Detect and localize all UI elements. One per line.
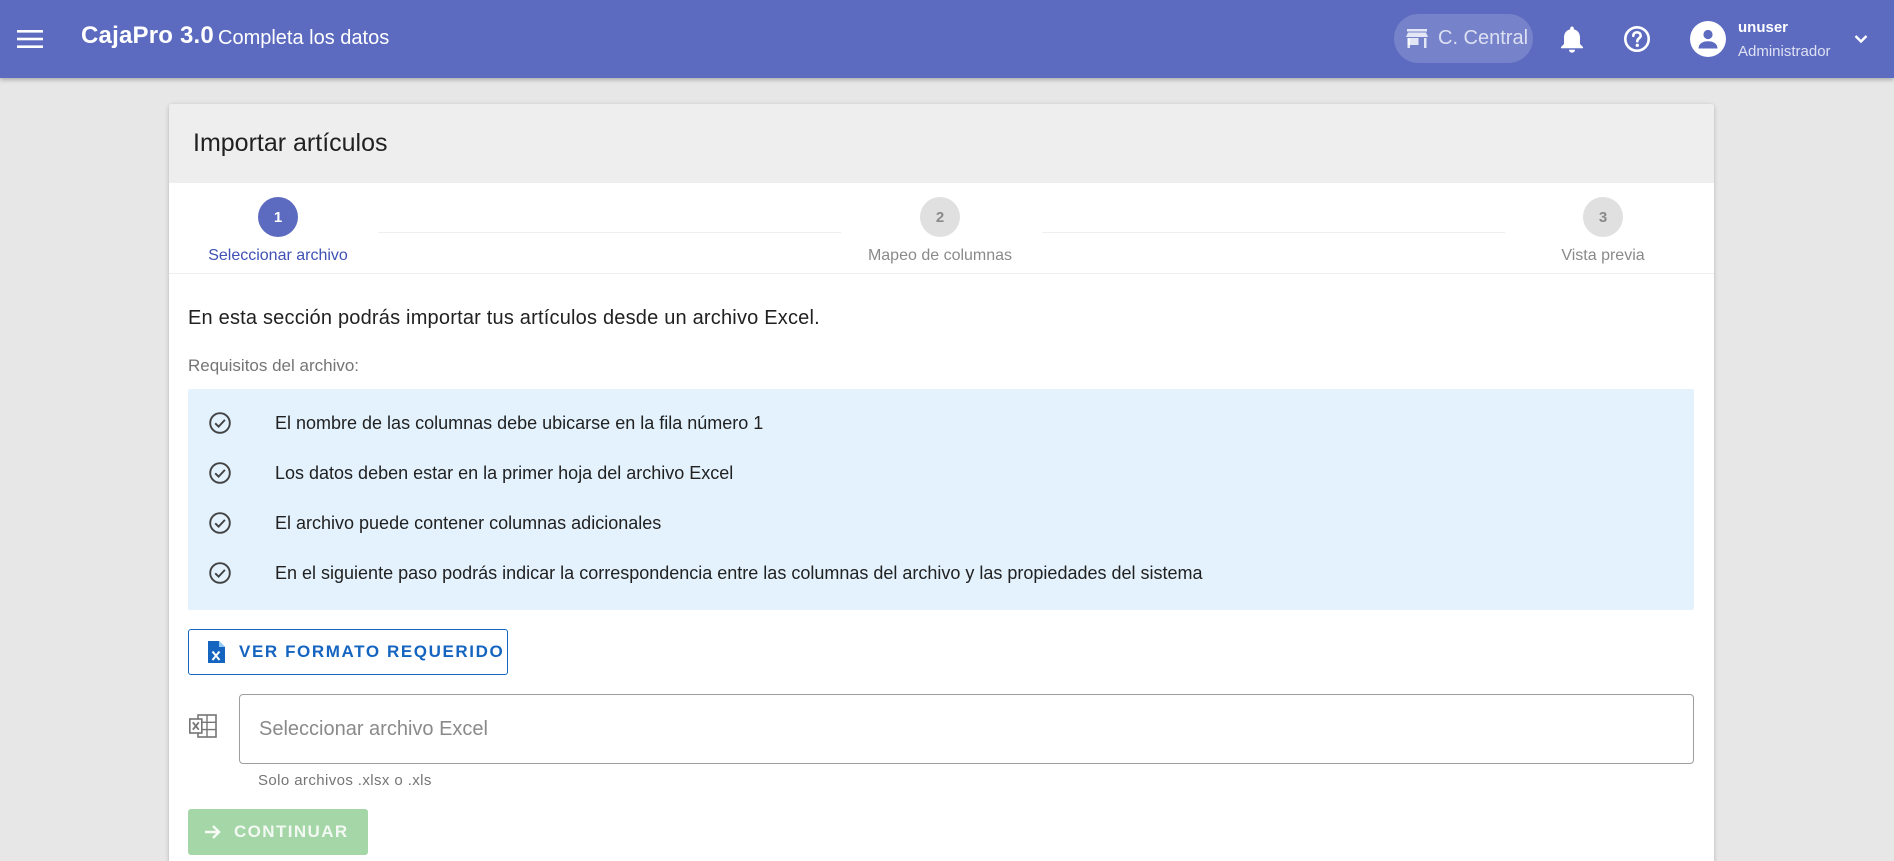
intro-text: En esta sección podrás importar tus artí… — [188, 307, 820, 329]
step-label: Seleccionar archivo — [208, 247, 348, 264]
step-number: 3 — [1583, 197, 1623, 237]
menu-icon — [17, 30, 43, 48]
file-excel-icon — [208, 641, 225, 663]
step-2[interactable]: 2 Mapeo de columnas — [867, 197, 1013, 265]
list-item: En el siguiente paso podrás indicar la c… — [208, 558, 1203, 588]
requirements-list: El nombre de las columnas debe ubicarse … — [188, 389, 1694, 610]
excel-file-input[interactable] — [259, 717, 1693, 741]
requirement-text: El archivo puede contener columnas adici… — [275, 512, 662, 533]
step-number: 2 — [920, 197, 960, 237]
bell-icon — [1561, 26, 1583, 53]
view-format-button[interactable]: VER FORMATO REQUERIDO — [188, 629, 508, 675]
step-number: 1 — [258, 197, 298, 237]
step-label: Vista previa — [1561, 247, 1645, 264]
check-circle-outline-icon — [209, 412, 231, 434]
check-circle-outline-icon — [209, 462, 231, 484]
card-header: Importar artículos — [169, 104, 1714, 183]
arrow-right-icon — [205, 825, 221, 839]
requirement-text: El nombre de las columnas debe ubicarse … — [275, 412, 764, 433]
user-menu[interactable]: unuser Administrador — [1690, 14, 1880, 64]
continue-button[interactable]: CONTINUAR — [188, 809, 368, 855]
app-bar: CajaPro 3.0 Completa los datos C. Centra… — [0, 0, 1894, 78]
branch-label: C. Central — [1438, 27, 1529, 49]
store-icon — [1406, 28, 1428, 48]
user-role: Administrador — [1738, 42, 1831, 60]
microsoft-excel-icon — [189, 714, 217, 738]
stepper-connector — [1042, 232, 1505, 233]
list-item: Los datos deben estar en la primer hoja … — [208, 458, 733, 488]
stepper-connector — [378, 232, 841, 233]
view-format-label: VER FORMATO REQUERIDO — [239, 642, 505, 661]
requirement-text: En el siguiente paso podrás indicar la c… — [275, 562, 1203, 583]
requirement-text: Los datos deben estar en la primer hoja … — [275, 462, 734, 483]
menu-button[interactable] — [10, 19, 50, 59]
step-label: Mapeo de columnas — [867, 247, 1013, 264]
excel-file-field[interactable] — [239, 694, 1694, 764]
check-circle-outline-icon — [209, 562, 231, 584]
import-card: Importar artículos 1 Seleccionar archivo… — [169, 104, 1714, 861]
file-hint: Solo archivos .xlsx o .xls — [258, 772, 432, 789]
help-button[interactable] — [1615, 17, 1659, 61]
avatar — [1690, 21, 1726, 57]
notifications-button[interactable] — [1550, 17, 1594, 61]
app-name: CajaPro 3.0 — [81, 22, 214, 49]
account-circle-icon — [1698, 29, 1718, 49]
list-item: El archivo puede contener columnas adici… — [208, 508, 661, 538]
check-circle-outline-icon — [209, 512, 231, 534]
requirements-title: Requisitos del archivo: — [188, 356, 360, 375]
page-title: Importar artículos — [193, 129, 388, 157]
chevron-down-icon — [1854, 35, 1868, 44]
help-circle-icon — [1624, 26, 1650, 52]
step-3[interactable]: 3 Vista previa — [1532, 197, 1674, 265]
app-subtitle: Completa los datos — [218, 27, 390, 49]
user-name: unuser — [1738, 18, 1789, 36]
step-1[interactable]: 1 Seleccionar archivo — [207, 197, 349, 265]
branch-selector[interactable]: C. Central — [1394, 14, 1533, 63]
stepper: 1 Seleccionar archivo 2 Mapeo de columna… — [169, 183, 1714, 274]
continue-label: CONTINUAR — [234, 822, 349, 841]
user-info: unuser Administrador — [1738, 19, 1831, 60]
list-item: El nombre de las columnas debe ubicarse … — [208, 408, 763, 438]
